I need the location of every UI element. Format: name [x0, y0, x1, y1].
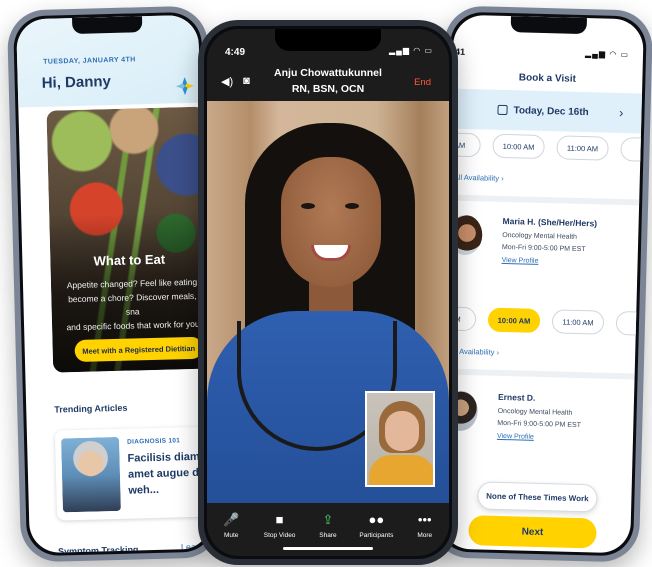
- remote-video-eye: [301, 203, 315, 209]
- card-description-line: become a chore? Discover meals, sna: [67, 290, 197, 317]
- tool-label: Stop Video: [263, 532, 296, 539]
- self-view-face: [385, 411, 419, 451]
- time-slot[interactable]: 10:00 AM: [492, 133, 545, 160]
- provider-name: Maria H. (She/Her/Hers): [502, 215, 598, 229]
- article-card[interactable]: DIAGNOSIS 101 Facilisis diam amet augue …: [54, 426, 212, 521]
- brand-logo-icon: [175, 77, 194, 96]
- share-arrow-icon: ⇪: [322, 512, 334, 527]
- more-button[interactable]: ••• More: [403, 513, 447, 556]
- provider-specialty: Oncology Mental Health: [497, 407, 573, 417]
- status-icons: ▂▄▆ ◠ ▭: [584, 49, 630, 60]
- what-to-eat-card[interactable]: What to Eat Appetite changed? Feel like …: [46, 106, 212, 373]
- participants-icon: ●●: [368, 512, 385, 527]
- tool-label: Participants: [359, 532, 394, 539]
- symptom-tracking-title: Symptom Tracking: [57, 544, 139, 554]
- tool-label: Mute: [223, 532, 239, 539]
- status-time: 4:49: [225, 47, 246, 58]
- time-slot-row: 00 AM 10:00 AM 11:00 AM 12: [440, 131, 644, 163]
- remote-video-smile: [311, 245, 351, 261]
- remote-video-eye: [345, 203, 359, 209]
- chevron-right-icon[interactable]: ›: [619, 105, 624, 120]
- remote-video-face: [281, 157, 381, 287]
- left-phone-bezel: TUESDAY, JANUARY 4TH Hi, Danny What to E…: [12, 11, 216, 557]
- microphone-icon: 🎤: [223, 512, 240, 527]
- section-divider: [449, 194, 640, 206]
- tool-label: Share: [319, 532, 337, 539]
- left-phone-screen: TUESDAY, JANUARY 4TH Hi, Danny What to E…: [16, 14, 212, 554]
- card-description: Appetite changed? Feel like eating becom…: [63, 275, 202, 335]
- none-of-these-times-button[interactable]: None of These Times Work: [477, 481, 598, 513]
- provider-specialty: Oncology Mental Health: [502, 231, 578, 241]
- article-image: [61, 436, 121, 513]
- calendar-icon: [497, 104, 508, 116]
- time-slot-row: 00 AM 10:00 AM 11:00 AM 12: [440, 305, 644, 337]
- provider-hours: Mon-Fri 9:00-5:00 PM EST: [501, 243, 586, 254]
- time-slot[interactable]: 11:00 AM: [551, 309, 605, 335]
- section-divider: [444, 368, 635, 380]
- next-button[interactable]: Next: [468, 515, 597, 549]
- time-slot[interactable]: 11:00 AM: [556, 135, 609, 161]
- home-indicator: [283, 547, 373, 550]
- right-phone-notch: [510, 16, 587, 35]
- mute-button[interactable]: 🎤 Mute: [209, 513, 253, 556]
- date-selector[interactable]: Today, Dec 16th ›: [451, 88, 643, 134]
- view-profile-link[interactable]: View Profile: [502, 257, 539, 265]
- self-view-video[interactable]: [365, 391, 435, 487]
- end-call-button[interactable]: End: [414, 77, 431, 88]
- time-slot[interactable]: 12: [615, 310, 644, 337]
- learn-link[interactable]: Learn: [181, 542, 204, 553]
- center-phone-notch: [275, 29, 381, 51]
- more-dots-icon: •••: [417, 512, 432, 527]
- right-phone-screen: 41 ▂▄▆ ◠ ▭ Book a Visit Today, Dec 16th …: [440, 14, 644, 554]
- time-slot-selected[interactable]: 10:00 AM: [487, 307, 541, 333]
- caller-name: Anju Chowattukunnel: [274, 67, 382, 79]
- video-camera-icon: ■: [275, 512, 284, 527]
- date-label: Today, Dec 16th: [513, 104, 589, 118]
- tool-label: More: [417, 532, 433, 539]
- caller-credentials: RN, BSN, OCN: [291, 83, 365, 95]
- remote-video: [207, 101, 449, 503]
- article-tag: DIAGNOSIS 101: [127, 437, 181, 446]
- center-phone-bezel: 4:49 ▂▄▆ ◠ ▭ ◀) ◙ Anju Chowattukunnel RN…: [204, 26, 452, 559]
- greeting: Hi, Danny: [41, 73, 112, 92]
- status-icons: ▂▄▆ ◠ ▭: [389, 46, 433, 55]
- book-visit-title: Book a Visit: [518, 72, 577, 85]
- left-phone: TUESDAY, JANUARY 4TH Hi, Danny What to E…: [6, 5, 222, 563]
- all-availability-link[interactable]: All Availability ›: [454, 173, 504, 183]
- provider-name: Ernest D.: [497, 391, 536, 403]
- self-view-shirt: [369, 455, 433, 485]
- provider-hours: Mon-Fri 9:00-5:00 PM EST: [497, 419, 582, 430]
- view-profile-link[interactable]: View Profile: [497, 433, 534, 441]
- left-phone-notch: [72, 16, 143, 35]
- video-call-screen: 4:49 ▂▄▆ ◠ ▭ ◀) ◙ Anju Chowattukunnel RN…: [207, 29, 449, 556]
- meet-dietitian-button[interactable]: Meet with a Registered Dietitian: [74, 336, 203, 363]
- center-phone: 4:49 ▂▄▆ ◠ ▭ ◀) ◙ Anju Chowattukunnel RN…: [198, 20, 458, 565]
- trending-articles-title: Trending Articles: [54, 402, 128, 415]
- right-phone-bezel: 41 ▂▄▆ ◠ ▭ Book a Visit Today, Dec 16th …: [436, 11, 648, 557]
- right-phone: 41 ▂▄▆ ◠ ▭ Book a Visit Today, Dec 16th …: [430, 5, 652, 563]
- time-slot[interactable]: 12: [620, 137, 644, 163]
